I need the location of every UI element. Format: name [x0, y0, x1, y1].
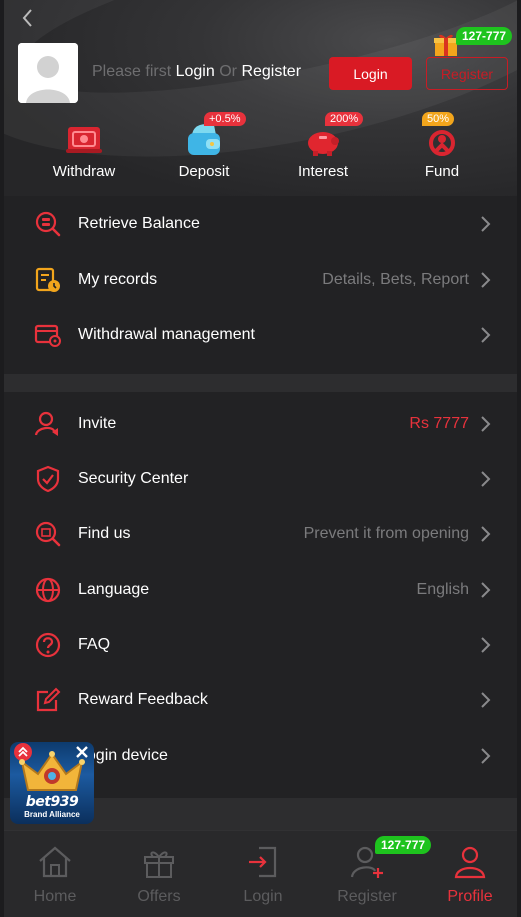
- menu-item-language[interactable]: Language English: [4, 562, 517, 617]
- edit-icon: [36, 687, 61, 711]
- menu-item-label: Invite: [78, 414, 117, 432]
- menu-item-label: FAQ: [78, 635, 111, 653]
- menu-item-retrieve-balance[interactable]: Retrieve Balance: [4, 196, 517, 251]
- profile-icon: [454, 846, 486, 879]
- quick-action-label: Interest: [297, 163, 349, 180]
- back-arrow-icon[interactable]: [16, 6, 40, 30]
- gift-icon: [144, 851, 174, 878]
- prompt-login-link[interactable]: Login: [176, 63, 215, 80]
- tab-login[interactable]: Login: [213, 845, 313, 906]
- menu-group-settings: Invite Rs 7777 Security Center Find us P…: [4, 392, 517, 798]
- chevron-right-icon: [481, 215, 491, 232]
- home-icon: [39, 846, 71, 878]
- profile-header: Please first Login Or Register Login Reg…: [4, 0, 517, 203]
- tab-offers[interactable]: Offers: [109, 845, 209, 906]
- brand-sub-text: Brand Alliance: [24, 810, 80, 819]
- tab-label: Login: [243, 888, 283, 905]
- chevron-right-icon: [481, 271, 491, 288]
- menu-item-find-us[interactable]: Find us Prevent it from opening: [4, 506, 517, 561]
- tab-label: Profile: [447, 888, 493, 905]
- chevron-right-icon: [481, 415, 491, 432]
- tab-home[interactable]: Home: [5, 845, 105, 906]
- quick-action-label: Withdraw: [52, 163, 116, 180]
- fund-percent-tag: 50%: [422, 112, 455, 126]
- find-us-icon: [35, 521, 61, 546]
- tab-label: Home: [33, 888, 77, 905]
- menu-item-label: Reward Feedback: [78, 690, 208, 708]
- menu-item-reward-feedback[interactable]: Reward Feedback: [4, 672, 517, 727]
- deposit-bonus-tag: +0.5%: [204, 112, 246, 126]
- crown-icon: [19, 751, 85, 791]
- login-prompt: Please first Login Or Register: [92, 63, 301, 81]
- menu-item-label: Find us: [78, 524, 131, 542]
- floating-promo-banner[interactable]: bet939 Brand Alliance: [10, 742, 94, 824]
- prompt-prefix-text: Please first: [92, 63, 172, 80]
- chevron-right-icon: [481, 581, 491, 598]
- menu-item-withdrawal-management[interactable]: Withdrawal management: [4, 307, 517, 362]
- prompt-register-link[interactable]: Register: [241, 63, 301, 80]
- login-button[interactable]: Login: [329, 57, 412, 90]
- chevron-right-icon: [481, 747, 491, 764]
- globe-icon: [35, 577, 61, 602]
- quick-action-withdraw[interactable]: Withdraw: [34, 115, 134, 180]
- menu-item-label: Withdrawal management: [78, 325, 255, 343]
- records-icon: [35, 267, 60, 292]
- menu-item-faq[interactable]: FAQ: [4, 617, 517, 672]
- brand-logo-text: bet939: [25, 794, 79, 810]
- quick-action-label: Deposit: [178, 163, 230, 180]
- chevron-right-icon: [481, 636, 491, 653]
- menu-item-invite[interactable]: Invite Rs 7777: [4, 396, 517, 451]
- question-icon: [35, 632, 61, 657]
- tab-profile[interactable]: Profile: [420, 845, 517, 906]
- menu-item-label: Language: [78, 580, 150, 598]
- menu-item-my-records[interactable]: My records Details, Bets, Report: [4, 252, 517, 307]
- chevron-right-icon: [481, 326, 491, 343]
- tab-label: Offers: [137, 888, 181, 905]
- language-value: English: [416, 580, 469, 598]
- login-icon: [249, 846, 277, 878]
- tab-label: Register: [337, 888, 397, 905]
- withdrawal-management-icon: [34, 324, 61, 347]
- menu-item-label: My records: [78, 270, 158, 288]
- invite-reward-value: Rs 7777: [409, 414, 469, 432]
- withdraw-icon: [66, 127, 102, 153]
- shield-icon: [36, 465, 60, 492]
- quick-action-fund[interactable]: 50% Fund: [392, 112, 492, 180]
- quick-action-label: Fund: [424, 163, 460, 180]
- promo-badge[interactable]: 127-777: [456, 27, 513, 45]
- invite-icon: [34, 411, 58, 436]
- prompt-or-text: Or: [219, 63, 237, 80]
- interest-rate-tag: 200%: [325, 112, 364, 126]
- section-divider: [4, 374, 517, 392]
- menu-item-security-center[interactable]: Security Center: [4, 451, 517, 506]
- chevron-right-icon: [481, 691, 491, 708]
- menu-item-value: Prevent it from opening: [303, 524, 469, 542]
- retrieve-balance-icon: [35, 211, 61, 236]
- register-button[interactable]: Register: [426, 57, 508, 90]
- bottom-nav: Home Offers Login Register 127-777 Profi…: [4, 830, 517, 917]
- quick-action-interest[interactable]: 200% Interest: [273, 112, 373, 180]
- menu-group-account: Retrieve Balance My records Details, Bet…: [4, 196, 517, 374]
- chevron-right-icon: [481, 525, 491, 542]
- default-avatar-icon: [18, 43, 78, 103]
- menu-item-value: Details, Bets, Report: [322, 270, 469, 288]
- chevron-right-icon: [481, 470, 491, 487]
- menu-item-label: Security Center: [78, 469, 189, 487]
- quick-action-deposit[interactable]: +0.5% Deposit: [154, 112, 254, 180]
- avatar[interactable]: [18, 43, 78, 103]
- tab-register[interactable]: Register: [317, 845, 417, 906]
- menu-item-label: Retrieve Balance: [78, 214, 200, 232]
- profile-screen: Please first Login Or Register Login Reg…: [4, 0, 517, 917]
